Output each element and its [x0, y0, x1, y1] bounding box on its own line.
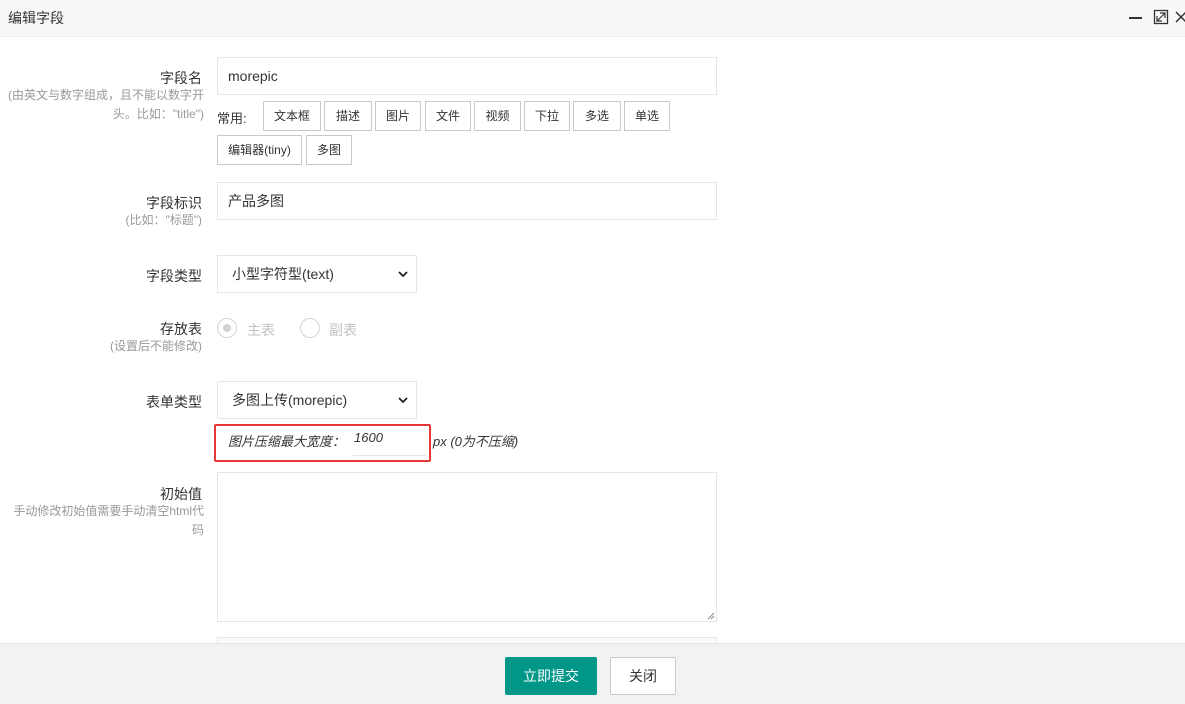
compress-width-input[interactable]: 1600 — [353, 427, 426, 456]
quick-file-button[interactable]: 文件 — [425, 101, 471, 131]
field-type-select[interactable]: 小型字符型(text) — [217, 255, 417, 293]
dialog-titlebar: 编辑字段 — [0, 0, 1185, 37]
minimize-icon[interactable] — [1128, 9, 1144, 25]
radio-sub-table[interactable] — [300, 318, 320, 338]
storage-label: 存放表 — [160, 321, 202, 337]
close-button[interactable]: 关闭 — [610, 657, 676, 695]
compress-width-unit: px (0为不压缩) — [433, 434, 519, 449]
field-name-label: 字段名 — [160, 70, 202, 86]
close-icon[interactable] — [1175, 9, 1185, 25]
quick-textbox-button[interactable]: 文本框 — [263, 101, 321, 131]
compress-width-label: 图片压缩最大宽度： — [228, 434, 346, 449]
quick-radio-button[interactable]: 单选 — [624, 101, 670, 131]
quick-editor-button[interactable]: 编辑器(tiny) — [217, 135, 302, 165]
field-title-hint: (比如："标题") — [125, 213, 202, 227]
resize-grip-icon[interactable] — [706, 611, 715, 620]
submit-button[interactable]: 立即提交 — [505, 657, 597, 695]
chevron-down-icon — [398, 271, 408, 278]
radio-main-table[interactable] — [217, 318, 237, 338]
quick-dropdown-button[interactable]: 下拉 — [524, 101, 570, 131]
form-content: 字段名 (由英文与数字组成，且不能以数字开头。比如："title") morep… — [0, 37, 1185, 643]
dialog-title: 编辑字段 — [8, 10, 64, 26]
field-type-label: 字段类型 — [146, 268, 202, 284]
form-type-select[interactable]: 多图上传(morepic) — [217, 381, 417, 419]
radio-main-table-label: 主表 — [247, 322, 275, 338]
field-title-input[interactable]: 产品多图 — [217, 182, 717, 220]
chevron-down-icon — [398, 397, 408, 404]
radio-sub-table-label: 副表 — [329, 322, 357, 338]
quick-desc-button[interactable]: 描述 — [324, 101, 372, 131]
default-value-label: 初始值 — [160, 486, 202, 502]
form-type-label: 表单类型 — [146, 394, 202, 410]
quick-multiimage-button[interactable]: 多图 — [306, 135, 352, 165]
form-type-value: 多图上传(morepic) — [232, 392, 348, 408]
common-label: 常用: — [217, 111, 247, 126]
quick-multiselect-button[interactable]: 多选 — [573, 101, 621, 131]
storage-hint: (设置后不能修改) — [110, 339, 202, 353]
default-value-textarea[interactable] — [217, 472, 717, 622]
dialog-footer: 立即提交 关闭 — [0, 643, 1185, 704]
default-value-hint: 手动修改初始值需要手动清空html代码 — [13, 504, 204, 537]
quick-image-button[interactable]: 图片 — [375, 101, 421, 131]
field-title-label: 字段标识 — [146, 195, 202, 211]
field-name-input[interactable]: morepic — [217, 57, 717, 95]
field-name-hint: (由英文与数字组成，且不能以数字开头。比如："title") — [8, 88, 204, 121]
maximize-icon[interactable] — [1153, 9, 1169, 25]
field-type-value: 小型字符型(text) — [232, 266, 334, 282]
quick-video-button[interactable]: 视频 — [474, 101, 521, 131]
